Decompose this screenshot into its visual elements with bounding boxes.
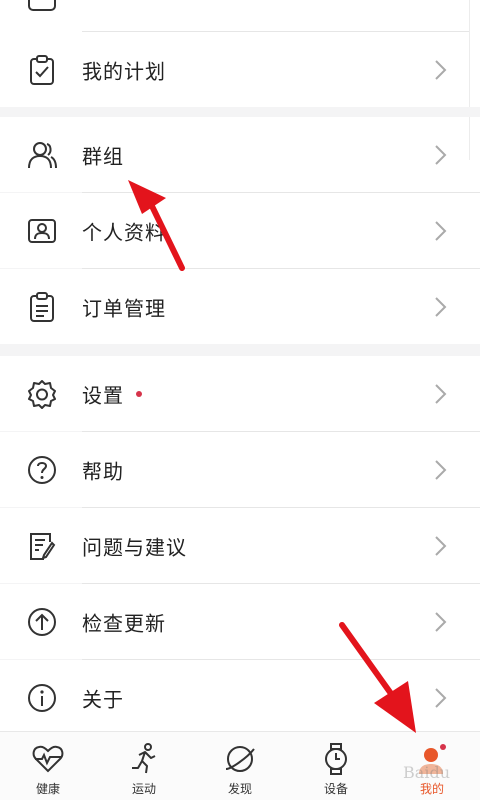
order-list-icon [26,291,58,323]
heart-pulse-icon [31,742,65,776]
feedback-edit-icon [26,530,58,562]
tab-health[interactable]: 健康 [0,732,96,800]
runner-icon [127,742,161,776]
chevron-right-icon [434,220,448,242]
id-card-icon [26,215,58,247]
chevron-right-icon [434,144,448,166]
watermark: Baidu [403,763,450,782]
tab-discover[interactable]: 发现 [192,732,288,800]
chevron-right-icon [434,535,448,557]
chevron-right-icon [434,383,448,405]
question-icon [26,454,58,486]
top-partial-row[interactable] [0,0,480,32]
menu-item-label: 群组 [82,144,124,168]
chevron-right-icon [434,687,448,709]
menu-item-group[interactable]: 群组 [0,117,480,192]
menu-item-label: 问题与建议 [82,535,187,559]
menu-item-label: 检查更新 [82,611,166,635]
annotation-arrow-up [128,180,185,271]
menu-item-help[interactable]: 帮助 [0,432,480,507]
planet-icon [223,742,257,776]
menu-item-label: 我的计划 [82,59,166,83]
chevron-right-icon [434,611,448,633]
tab-label: 运动 [131,782,156,796]
chevron-right-icon [434,296,448,318]
clipboard-check-icon [26,54,58,86]
gear-icon [26,378,58,410]
menu-item-label: 设置 [82,383,124,407]
scroll-edge [469,0,480,160]
group-gap [0,344,480,356]
menu-item-profile[interactable]: 个人资料 [0,193,480,268]
upload-arrow-icon [26,606,58,638]
group-icon [26,139,58,171]
tab-label: 健康 [35,782,60,796]
menu-item-label: 帮助 [82,459,124,483]
tab-sport[interactable]: 运动 [96,732,192,800]
menu-item-orders[interactable]: 订单管理 [0,269,480,344]
annotation-arrow-down [339,622,416,733]
menu-item-label: 订单管理 [82,296,166,320]
tab-label: 设备 [323,782,348,796]
menu-item-label: 关于 [82,687,124,711]
tab-label: 发现 [227,782,252,796]
partial-menu-icon [26,0,58,14]
menu-item-feedback[interactable]: 问题与建议 [0,508,480,583]
tab-label: 我的 [419,782,444,796]
group-gap [0,107,480,117]
menu-item-settings[interactable]: 设置 [0,356,480,431]
chevron-right-icon [434,59,448,81]
menu-item-my-plan[interactable]: 我的计划 [0,32,480,107]
watch-icon [319,742,353,776]
tab-device[interactable]: 设备 [288,732,384,800]
chevron-right-icon [434,459,448,481]
notification-dot [136,390,142,397]
info-icon [26,682,58,714]
